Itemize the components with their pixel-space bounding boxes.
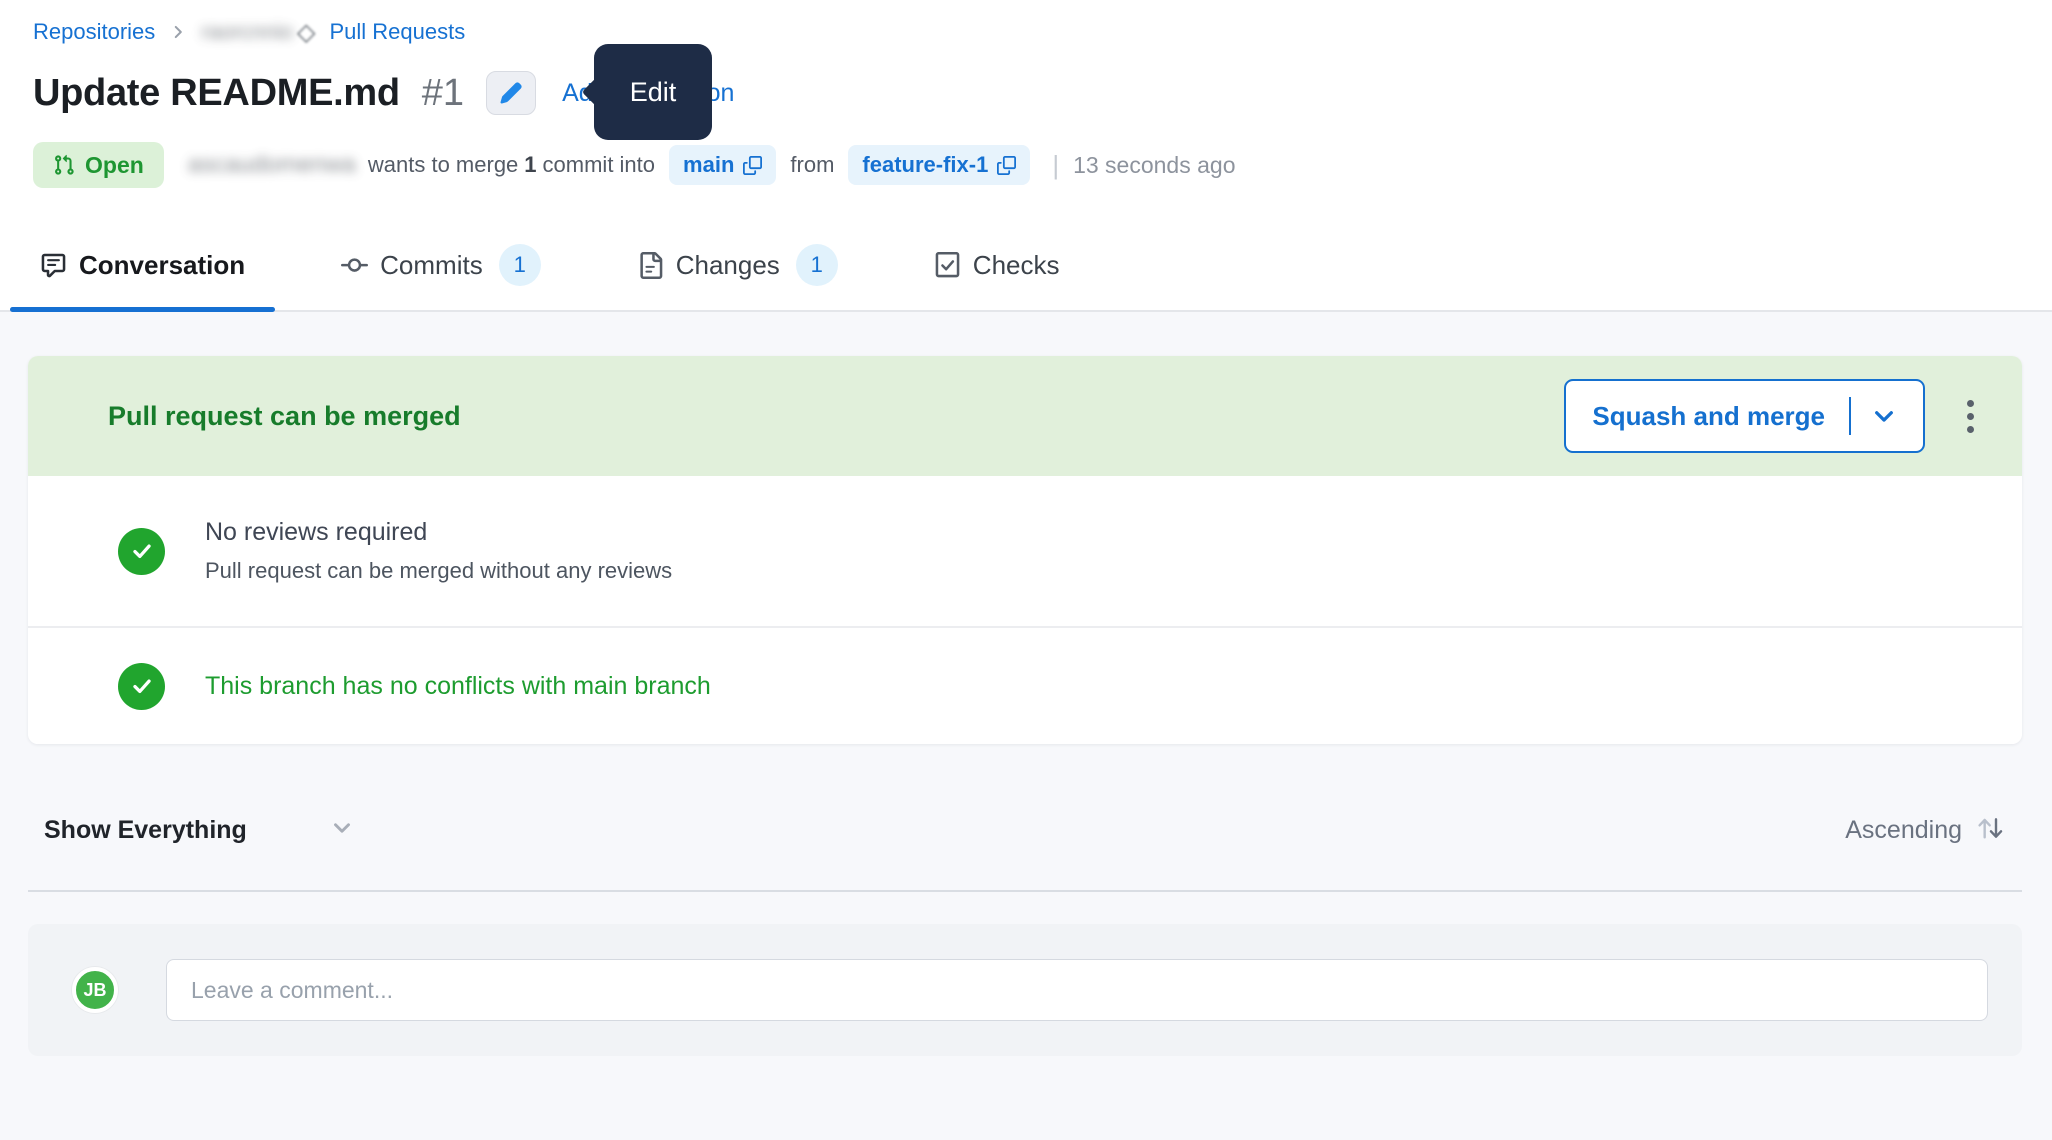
tab-label: Checks: [973, 250, 1060, 281]
sort-arrows-icon: [1974, 812, 2006, 849]
pr-title-row: Update README.md #1 Add description Edit: [0, 64, 2052, 122]
tab-commits[interactable]: Commits 1: [311, 226, 571, 310]
tab-label: Changes: [676, 250, 780, 281]
merge-options-kebab-menu[interactable]: [1957, 390, 1984, 443]
chevron-right-icon: [169, 23, 187, 41]
base-branch-name: main: [683, 152, 734, 178]
git-commit-icon: [341, 252, 368, 279]
copy-icon[interactable]: [997, 156, 1016, 175]
head-branch-label[interactable]: feature-fix-1: [848, 145, 1030, 185]
tab-label: Commits: [380, 250, 483, 281]
breadcrumb: Repositories raorcnnio ◇ Pull Requests: [0, 16, 2052, 48]
kebab-dot: [1967, 400, 1974, 407]
pull-request-page: Repositories raorcnnio ◇ Pull Requests U…: [0, 0, 2052, 1140]
tab-changes[interactable]: Changes 1: [607, 226, 868, 310]
tab-checks[interactable]: Checks: [904, 226, 1090, 310]
timeline-divider: [28, 890, 2022, 892]
merge-banner: Pull request can be merged Squash and me…: [28, 356, 2022, 476]
check-subtitle: Pull request can be merged without any r…: [205, 558, 672, 584]
breadcrumb-pull-requests-link[interactable]: Pull Requests: [329, 19, 465, 45]
pr-title: Update README.md: [33, 72, 400, 115]
changes-count-badge: 1: [796, 244, 838, 286]
status-badge: Open: [33, 142, 164, 188]
sort-label: Ascending: [1845, 816, 1962, 845]
copy-icon[interactable]: [743, 156, 762, 175]
commits-count-badge: 1: [499, 244, 541, 286]
check-row-text: No reviews required Pull request can be …: [205, 518, 672, 584]
pr-author-redacted: ascaudomenwa: [188, 151, 356, 179]
show-everything-dropdown[interactable]: Show Everything: [44, 815, 355, 846]
base-branch-label[interactable]: main: [669, 145, 776, 185]
tab-conversation[interactable]: Conversation: [10, 226, 275, 310]
chevron-down-icon: [329, 815, 355, 846]
squash-and-merge-button[interactable]: Squash and merge: [1564, 379, 1925, 453]
pencil-icon: [499, 81, 523, 105]
edit-tooltip: Edit: [594, 44, 712, 140]
check-row-conflicts: This branch has no conflicts with main b…: [28, 628, 2022, 744]
sort-ascending-control[interactable]: Ascending: [1845, 812, 2006, 849]
new-comment-card: JB: [28, 924, 2022, 1056]
check-success-icon: [118, 528, 165, 575]
from-word: from: [790, 152, 834, 178]
avatar[interactable]: JB: [72, 967, 118, 1013]
git-pull-request-icon: [53, 154, 75, 176]
breadcrumb-repositories-link[interactable]: Repositories: [33, 19, 155, 45]
edit-title-button[interactable]: [486, 71, 536, 115]
merge-sentence-part: wants to merge: [368, 152, 518, 178]
filter-label: Show Everything: [44, 816, 247, 845]
check-title: No reviews required: [205, 518, 672, 547]
check-row-reviews: No reviews required Pull request can be …: [28, 476, 2022, 628]
merge-banner-title: Pull request can be merged: [108, 401, 1564, 432]
pr-timestamp: 13 seconds ago: [1073, 152, 1235, 179]
merge-sentence-part: commit into: [543, 152, 655, 178]
comment-input[interactable]: [166, 959, 1988, 1021]
checklist-icon: [934, 252, 961, 279]
chevron-down-icon[interactable]: [1871, 403, 1897, 429]
pr-conversation-body: Pull request can be merged Squash and me…: [0, 312, 2052, 1140]
file-icon: [637, 252, 664, 279]
pr-header: Repositories raorcnnio ◇ Pull Requests U…: [0, 0, 2052, 312]
merge-status-card: Pull request can be merged Squash and me…: [28, 356, 2022, 744]
merge-button-label: Squash and merge: [1592, 401, 1825, 432]
diamond-icon: ◇: [297, 18, 315, 47]
comment-bubble-icon: [40, 252, 67, 279]
button-separator: [1849, 397, 1851, 435]
pr-number: #1: [422, 72, 464, 115]
kebab-dot: [1967, 413, 1974, 420]
check-title: This branch has no conflicts with main b…: [205, 672, 711, 701]
tab-label: Conversation: [79, 250, 245, 281]
pr-tabbar: Conversation Commits 1 Changes 1: [0, 226, 2052, 312]
status-badge-label: Open: [85, 152, 144, 179]
head-branch-name: feature-fix-1: [862, 152, 988, 178]
kebab-dot: [1967, 426, 1974, 433]
pr-meta-row: Open ascaudomenwa wants to merge 1 commi…: [0, 142, 2052, 188]
breadcrumb-repo-name-redacted[interactable]: raorcnnio ◇: [201, 18, 315, 47]
meta-divider: |: [1052, 150, 1059, 181]
timeline-controls: Show Everything Ascending: [28, 802, 2022, 858]
check-success-icon: [118, 663, 165, 710]
redacted-text: raorcnnio: [201, 19, 293, 45]
commit-count: 1: [524, 152, 536, 178]
